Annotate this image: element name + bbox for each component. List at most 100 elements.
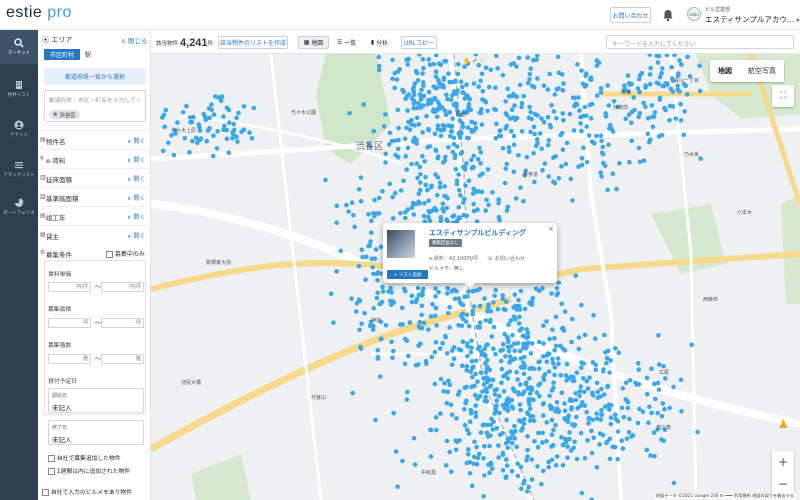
property-pin[interactable] <box>350 390 355 396</box>
property-pin[interactable] <box>163 107 169 113</box>
property-pin[interactable] <box>375 290 380 296</box>
property-pin[interactable] <box>518 185 523 190</box>
map-attribution[interactable]: 地図データ ©2021 Google 200 m ━━━ 利用規約 地図の誤りを… <box>653 493 796 499</box>
property-pin[interactable] <box>663 376 668 381</box>
property-pin[interactable] <box>477 145 482 151</box>
property-pin[interactable] <box>473 358 479 364</box>
property-pin[interactable] <box>545 114 551 120</box>
property-pin[interactable] <box>541 375 546 380</box>
property-pin[interactable] <box>206 106 212 111</box>
url-copy-button[interactable]: URLコピー <box>401 36 437 49</box>
property-pin[interactable] <box>387 181 392 187</box>
property-pin[interactable] <box>488 433 493 438</box>
property-pin[interactable] <box>621 414 627 420</box>
property-pin[interactable] <box>465 353 470 359</box>
property-pin[interactable] <box>635 420 641 426</box>
property-pin[interactable] <box>202 114 208 120</box>
area-chip[interactable]: ⊗ 渋谷区 <box>49 110 80 119</box>
property-pin[interactable] <box>488 67 494 73</box>
property-pin[interactable] <box>400 87 405 93</box>
property-pin[interactable] <box>513 317 518 322</box>
property-pin[interactable] <box>637 159 643 165</box>
zoom-out-button[interactable]: − <box>772 473 794 495</box>
property-pin[interactable] <box>448 402 454 408</box>
property-pin[interactable] <box>389 138 395 144</box>
property-pin[interactable] <box>517 418 522 424</box>
property-pin[interactable] <box>449 362 455 368</box>
property-pin[interactable] <box>209 102 214 107</box>
property-pin[interactable] <box>566 413 571 419</box>
property-pin[interactable] <box>591 312 596 318</box>
property-pin[interactable] <box>521 481 526 486</box>
map-type-satellite[interactable]: 航空写真 <box>740 60 784 82</box>
property-pin[interactable] <box>520 425 525 431</box>
property-pin[interactable] <box>574 370 580 376</box>
property-pin[interactable] <box>627 82 632 87</box>
property-pin[interactable] <box>484 357 490 363</box>
property-pin[interactable] <box>659 70 664 76</box>
property-pin[interactable] <box>485 167 491 172</box>
property-pin[interactable] <box>478 78 483 83</box>
property-pin[interactable] <box>477 286 483 292</box>
property-pin[interactable] <box>419 325 425 331</box>
property-pin[interactable] <box>232 127 237 133</box>
property-pin[interactable] <box>471 186 477 192</box>
property-pin[interactable] <box>472 439 477 445</box>
property-pin[interactable] <box>569 422 575 427</box>
property-pin[interactable] <box>433 147 438 153</box>
property-pin[interactable] <box>397 66 402 72</box>
property-pin[interactable] <box>592 141 597 146</box>
property-pin[interactable] <box>649 410 654 416</box>
property-pin[interactable] <box>561 328 567 333</box>
property-pin[interactable] <box>539 116 544 121</box>
property-pin[interactable] <box>472 454 477 460</box>
nav-portfolio[interactable]: ポートフォリオ <box>0 190 38 224</box>
property-pin[interactable] <box>584 124 589 129</box>
property-pin[interactable] <box>404 397 410 402</box>
property-pin[interactable] <box>451 102 457 107</box>
close-area-button[interactable]: ∧ 閉じる <box>121 35 147 45</box>
property-pin[interactable] <box>486 84 492 90</box>
property-pin[interactable] <box>554 285 560 291</box>
property-pin[interactable] <box>464 398 469 404</box>
property-pin[interactable] <box>579 302 584 308</box>
property-pin[interactable] <box>362 310 367 316</box>
property-pin[interactable] <box>479 349 484 354</box>
property-pin[interactable] <box>531 84 537 90</box>
property-pin[interactable] <box>463 183 468 188</box>
property-pin[interactable] <box>518 82 523 88</box>
property-pin[interactable] <box>529 341 535 346</box>
property-pin[interactable] <box>528 385 534 390</box>
property-pin[interactable] <box>444 400 450 406</box>
property-pin[interactable] <box>627 378 633 383</box>
property-pin[interactable] <box>637 406 642 412</box>
property-pin[interactable] <box>466 447 471 452</box>
property-pin[interactable] <box>531 418 537 424</box>
property-pin[interactable] <box>552 92 558 97</box>
property-pin[interactable] <box>507 116 513 121</box>
property-pin[interactable] <box>204 138 209 144</box>
property-pin[interactable] <box>574 414 579 420</box>
property-pin[interactable] <box>465 452 471 457</box>
property-pin[interactable] <box>359 247 365 253</box>
property-pin[interactable] <box>568 176 574 182</box>
property-pin[interactable] <box>369 218 374 224</box>
property-pin[interactable] <box>473 410 479 415</box>
property-pin[interactable] <box>471 364 476 370</box>
property-pin[interactable] <box>578 430 584 436</box>
property-pin[interactable] <box>656 333 661 338</box>
property-pin[interactable] <box>490 377 496 383</box>
property-pin[interactable] <box>564 378 569 383</box>
property-pin[interactable] <box>556 70 562 76</box>
property-pin[interactable] <box>671 480 677 486</box>
property-pin[interactable] <box>627 416 632 422</box>
property-pin[interactable] <box>458 348 464 353</box>
property-pin[interactable] <box>592 336 598 341</box>
property-pin[interactable] <box>197 128 203 133</box>
property-pin[interactable] <box>562 309 568 314</box>
property-pin[interactable] <box>611 99 617 104</box>
property-pin[interactable] <box>383 151 388 157</box>
property-pin[interactable] <box>499 366 505 372</box>
property-pin[interactable] <box>471 288 477 294</box>
property-pin[interactable] <box>648 453 653 458</box>
